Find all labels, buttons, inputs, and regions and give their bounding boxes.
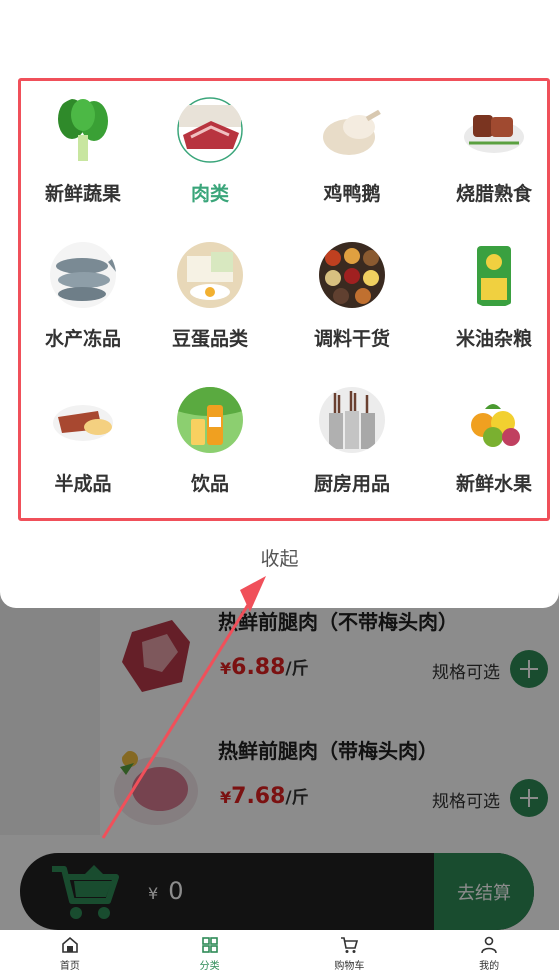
vegetable-icon xyxy=(50,97,116,163)
tab-category[interactable]: 分类 xyxy=(140,930,280,977)
bottom-tab-bar: 首页 分类 购物车 我的 xyxy=(0,930,559,977)
category-item[interactable]: 鸡鸭鹅 xyxy=(287,81,417,226)
user-icon xyxy=(481,936,497,954)
tab-profile[interactable]: 我的 xyxy=(419,930,559,977)
kitchenware-icon xyxy=(319,387,385,453)
category-item[interactable]: 肉类 xyxy=(145,81,275,226)
category-item[interactable]: 厨房用品 xyxy=(287,371,417,516)
cart-icon xyxy=(341,937,359,953)
category-icon xyxy=(201,937,218,953)
drink-icon xyxy=(177,387,243,453)
category-item[interactable]: 调料干货 xyxy=(287,226,417,371)
roast-meat-icon xyxy=(461,97,527,163)
home-icon xyxy=(62,936,78,953)
category-item[interactable]: 半成品 xyxy=(18,371,148,516)
category-item[interactable]: 烧腊熟食 xyxy=(429,81,559,226)
meat-icon xyxy=(177,97,243,163)
tab-cart[interactable]: 购物车 xyxy=(280,930,420,977)
rice-bag-icon xyxy=(461,242,527,308)
category-item[interactable]: 饮品 xyxy=(145,371,275,516)
category-dropdown-panel: 新鲜蔬果 肉类 鸡鸭鹅 烧腊熟食 水产冻品 豆蛋品类 调料干货 米油杂粮 半成品… xyxy=(0,0,559,608)
category-grid: 新鲜蔬果 肉类 鸡鸭鹅 烧腊熟食 水产冻品 豆蛋品类 调料干货 米油杂粮 半成品… xyxy=(18,78,550,521)
category-item[interactable]: 米油杂粮 xyxy=(429,226,559,371)
category-item[interactable]: 豆蛋品类 xyxy=(145,226,275,371)
spices-icon xyxy=(319,242,385,308)
fruit-icon xyxy=(461,387,527,453)
collapse-button[interactable]: 收起 xyxy=(0,544,559,571)
category-item[interactable]: 水产冻品 xyxy=(18,226,148,371)
poultry-icon xyxy=(319,97,385,163)
category-item[interactable]: 新鲜水果 xyxy=(429,371,559,516)
category-item[interactable]: 新鲜蔬果 xyxy=(18,81,148,226)
tab-home[interactable]: 首页 xyxy=(0,930,140,977)
fish-icon xyxy=(50,242,116,308)
tofu-egg-icon xyxy=(177,242,243,308)
semi-finished-icon xyxy=(50,387,116,453)
